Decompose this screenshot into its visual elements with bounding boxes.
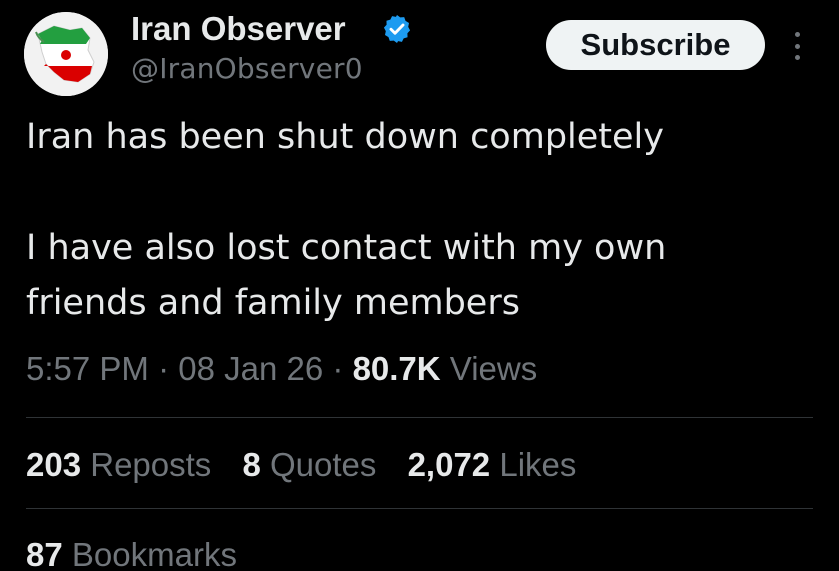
quotes-count: 8 bbox=[242, 446, 261, 483]
bookmarks-count: 87 bbox=[26, 536, 63, 571]
meta-separator: · bbox=[158, 350, 170, 387]
divider bbox=[26, 508, 813, 509]
engagement-stats: 203 Reposts 8 Quotes 2,072 Likes bbox=[26, 446, 598, 484]
avatar[interactable] bbox=[24, 12, 108, 96]
tweet-text-line: friends and family members bbox=[26, 283, 520, 323]
iran-map-flag-avatar-icon bbox=[24, 12, 108, 96]
likes-label: Likes bbox=[499, 446, 577, 483]
more-dot bbox=[794, 55, 800, 60]
tweet-text-line: Iran has been shut down completely bbox=[26, 117, 664, 157]
more-dot bbox=[794, 32, 800, 37]
reposts-stat[interactable]: 203 Reposts bbox=[26, 446, 211, 484]
views-label: Views bbox=[449, 350, 538, 387]
likes-count: 2,072 bbox=[407, 446, 491, 483]
tweet-date[interactable]: 08 Jan 26 bbox=[178, 350, 323, 387]
subscribe-button[interactable]: Subscribe bbox=[546, 20, 765, 70]
author-handle[interactable]: @IranObserver0 bbox=[131, 52, 363, 85]
quotes-stat[interactable]: 8 Quotes bbox=[242, 446, 376, 484]
reposts-label: Reposts bbox=[90, 446, 212, 483]
views-count: 80.7K bbox=[352, 350, 441, 387]
tweet-detail: Iran Observer @IranObserver0 Subscribe I… bbox=[0, 0, 839, 571]
tweet-text-line: I have also lost contact with my own bbox=[26, 228, 667, 268]
bookmarks-label: Bookmarks bbox=[71, 536, 237, 571]
reposts-count: 203 bbox=[26, 446, 82, 483]
bookmarks-stat[interactable]: 87 Bookmarks bbox=[26, 536, 237, 571]
likes-stat[interactable]: 2,072 Likes bbox=[408, 446, 577, 484]
tweet-time[interactable]: 5:57 PM bbox=[26, 350, 149, 387]
meta-separator: · bbox=[332, 350, 344, 387]
verified-badge-icon[interactable] bbox=[381, 13, 413, 45]
quotes-label: Quotes bbox=[270, 446, 377, 483]
more-vertical-icon[interactable] bbox=[787, 30, 807, 62]
more-dot bbox=[794, 43, 800, 49]
divider bbox=[26, 417, 813, 418]
tweet-meta: 5:57 PM · 08 Jan 26 · 80.7K Views bbox=[26, 350, 537, 388]
author-display-name[interactable]: Iran Observer bbox=[131, 10, 346, 48]
